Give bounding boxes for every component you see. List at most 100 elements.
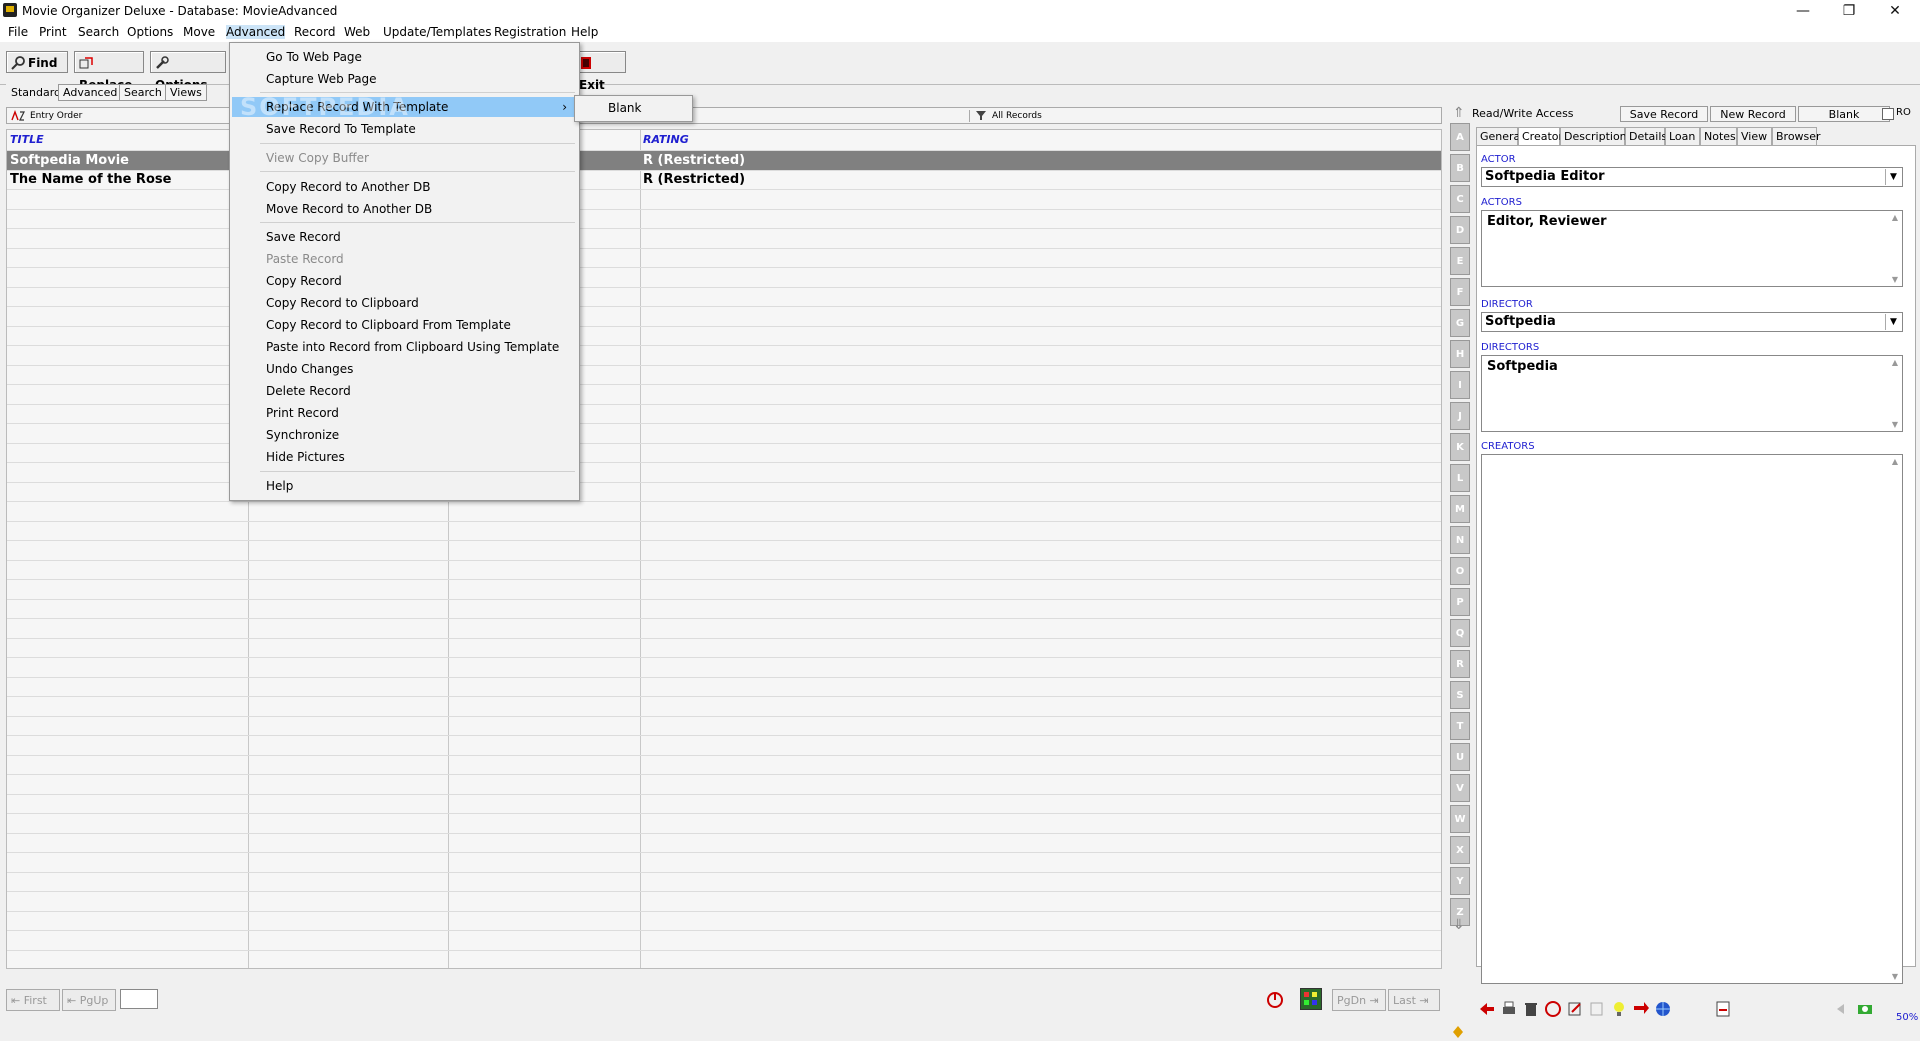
menu-item-move-record-to-another-db[interactable]: Move Record to Another DB xyxy=(232,199,577,219)
sort-order-label[interactable]: Entry Order xyxy=(30,111,82,121)
alphabet-letter-s[interactable]: S xyxy=(1450,681,1470,709)
capture-icon[interactable] xyxy=(1856,1000,1874,1018)
menu-print[interactable]: Print xyxy=(39,25,67,39)
alphabet-letter-n[interactable]: N xyxy=(1450,526,1470,554)
alphabet-letter-t[interactable]: T xyxy=(1450,712,1470,740)
menu-item-save-record[interactable]: Save Record xyxy=(232,227,577,247)
ro-checkbox[interactable] xyxy=(1882,108,1894,120)
menu-move[interactable]: Move xyxy=(183,25,215,39)
filter-icon[interactable] xyxy=(975,110,987,124)
new-record-button[interactable]: New Record xyxy=(1710,106,1796,122)
maximize-button[interactable]: ❐ xyxy=(1826,0,1872,22)
menu-item-undo-changes[interactable]: Undo Changes xyxy=(232,359,577,379)
menu-item-paste-record[interactable]: Paste Record xyxy=(232,249,577,269)
column-header-title[interactable]: TITLE xyxy=(10,133,44,146)
scroll-down-icon[interactable]: ⇓ xyxy=(1453,917,1465,933)
scroll-down-icon[interactable]: ▼ xyxy=(1890,275,1900,284)
menu-record[interactable]: Record xyxy=(294,25,335,39)
alphabet-letter-i[interactable]: I xyxy=(1450,371,1470,399)
scroll-up-icon[interactable]: ▲ xyxy=(1890,358,1900,367)
tab-views[interactable]: Views xyxy=(165,84,207,101)
menu-item-copy-record-to-clipboard[interactable]: Copy Record to Clipboard xyxy=(232,293,577,313)
alphabet-letter-q[interactable]: Q xyxy=(1450,619,1470,647)
menu-item-go-to-web-page[interactable]: Go To Web Page xyxy=(232,47,577,67)
submenu-item-blank[interactable]: Blank xyxy=(608,96,641,120)
menu-item-synchronize[interactable]: Synchronize xyxy=(232,425,577,445)
alphabet-letter-h[interactable]: H xyxy=(1450,340,1470,368)
filter-label[interactable]: All Records xyxy=(992,111,1042,121)
alphabet-letter-e[interactable]: E xyxy=(1450,247,1470,275)
tab-creators[interactable]: Creators xyxy=(1518,127,1569,145)
find-button[interactable]: Find xyxy=(6,51,68,73)
transfer-icon[interactable] xyxy=(1632,1000,1650,1018)
actors-field[interactable]: Editor, Reviewer ▲ ▼ xyxy=(1481,210,1903,287)
template-icon[interactable] xyxy=(1714,1000,1732,1018)
undo-icon[interactable] xyxy=(1544,1000,1562,1018)
actor-combo[interactable]: Softpedia Editor ▼ xyxy=(1481,167,1903,187)
last-button[interactable]: Last ⇥ xyxy=(1388,989,1440,1011)
scroll-down-icon[interactable]: ▼ xyxy=(1890,972,1900,981)
menu-item-delete-record[interactable]: Delete Record xyxy=(232,381,577,401)
scroll-up-icon[interactable]: ▲ xyxy=(1890,213,1900,222)
tab-general[interactable]: General xyxy=(1476,127,1523,145)
alphabet-letter-r[interactable]: R xyxy=(1450,650,1470,678)
alphabet-letter-a[interactable]: A xyxy=(1450,123,1470,151)
menu-item-copy-record-to-clipboard-from-template[interactable]: Copy Record to Clipboard From Template xyxy=(232,315,577,335)
alphabet-letter-l[interactable]: L xyxy=(1450,464,1470,492)
scroll-down-icon[interactable]: ▼ xyxy=(1890,420,1900,429)
menu-web[interactable]: Web xyxy=(344,25,370,39)
table-row[interactable]: The Name of the Rose R (Restricted) xyxy=(7,170,1441,189)
column-header-rating[interactable]: RATING xyxy=(643,133,689,146)
directors-field[interactable]: Softpedia ▲ ▼ xyxy=(1481,355,1903,432)
tab-details[interactable]: Details xyxy=(1625,127,1667,145)
options-button[interactable]: Options xyxy=(150,51,226,92)
menu-registration[interactable]: Registration xyxy=(494,25,566,39)
menu-item-paste-into-record-from-clipboard[interactable]: Paste into Record from Clipboard Using T… xyxy=(232,337,577,357)
alphabet-letter-c[interactable]: C xyxy=(1450,185,1470,213)
save-record-button[interactable]: Save Record xyxy=(1620,106,1708,122)
back-arrow-icon[interactable] xyxy=(1478,1000,1496,1018)
alphabet-letter-f[interactable]: F xyxy=(1450,278,1470,306)
alphabet-letter-y[interactable]: Y xyxy=(1450,867,1470,895)
alphabet-letter-d[interactable]: D xyxy=(1450,216,1470,244)
menu-item-capture-web-page[interactable]: Capture Web Page xyxy=(232,69,577,89)
tab-search[interactable]: Search xyxy=(119,84,167,101)
menu-item-copy-record-to-another-db[interactable]: Copy Record to Another DB xyxy=(232,177,577,197)
alphabet-letter-x[interactable]: X xyxy=(1450,836,1470,864)
alphabet-letter-p[interactable]: P xyxy=(1450,588,1470,616)
alphabet-letter-v[interactable]: V xyxy=(1450,774,1470,802)
sort-order-icon[interactable] xyxy=(11,110,25,124)
scroll-up-icon[interactable]: ⇑ xyxy=(1453,105,1465,121)
globe-icon[interactable] xyxy=(1654,1000,1672,1018)
first-button[interactable]: ⇤ First xyxy=(6,989,60,1011)
menu-options[interactable]: Options xyxy=(127,25,173,39)
tab-notes[interactable]: Notes xyxy=(1700,127,1737,145)
printer-icon[interactable] xyxy=(1500,1000,1518,1018)
pgup-button[interactable]: ⇤ PgUp xyxy=(62,989,116,1011)
tab-browser[interactable]: Browser xyxy=(1772,127,1821,145)
chevron-down-icon[interactable]: ▼ xyxy=(1885,169,1901,185)
tab-view[interactable]: View xyxy=(1737,127,1772,145)
close-button[interactable]: ✕ xyxy=(1872,0,1918,22)
exit-button[interactable]: Exit xyxy=(574,51,626,92)
alphabet-letter-w[interactable]: W xyxy=(1450,805,1470,833)
tab-loan[interactable]: Loan xyxy=(1665,127,1700,145)
record-number-input[interactable] xyxy=(120,989,158,1009)
tab-description[interactable]: Description xyxy=(1560,127,1627,145)
refresh-icon[interactable] xyxy=(1266,991,1284,1012)
trash-icon[interactable] xyxy=(1522,1000,1540,1018)
grid-view-icon[interactable] xyxy=(1300,988,1322,1010)
chevron-down-icon[interactable]: ▼ xyxy=(1885,314,1901,330)
menu-file[interactable]: File xyxy=(8,25,28,39)
alphabet-letter-g[interactable]: G xyxy=(1450,309,1470,337)
creators-field[interactable]: ▲ ▼ xyxy=(1481,454,1903,984)
disabled-tool-icon[interactable] xyxy=(1588,1000,1606,1018)
director-combo[interactable]: Softpedia ▼ xyxy=(1481,312,1903,332)
alphabet-letter-o[interactable]: O xyxy=(1450,557,1470,585)
blank-button[interactable]: Blank xyxy=(1798,106,1890,122)
alphabet-letter-u[interactable]: U xyxy=(1450,743,1470,771)
edit-icon[interactable] xyxy=(1566,1000,1584,1018)
pgdn-button[interactable]: PgDn ⇥ xyxy=(1332,989,1386,1011)
alphabet-letter-b[interactable]: B xyxy=(1450,154,1470,182)
menu-update-templates[interactable]: Update/Templates xyxy=(383,25,492,39)
